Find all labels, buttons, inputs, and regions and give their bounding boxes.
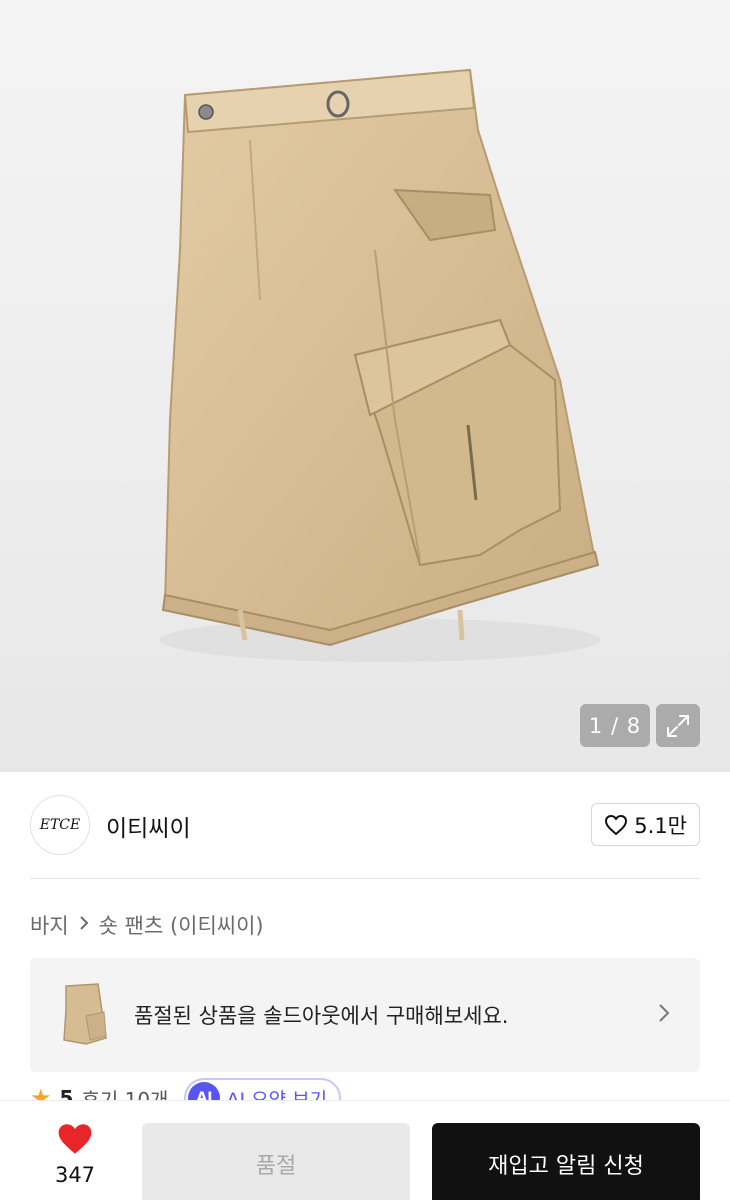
banner-product-thumbnail: [52, 976, 116, 1054]
chevron-right-icon: [79, 915, 89, 936]
soldout-marketplace-banner[interactable]: 품절된 상품을 솔드아웃에서 구매해보세요.: [30, 958, 700, 1072]
wishlist-button[interactable]: 347: [30, 1121, 120, 1187]
chevron-right-icon: [658, 1003, 670, 1027]
heart-outline-icon: [605, 814, 628, 835]
wishlist-count: 347: [54, 1163, 96, 1187]
product-image: [160, 68, 600, 662]
brand-like-button[interactable]: 5.1만: [591, 803, 700, 846]
brand-like-count: 5.1만: [634, 813, 687, 838]
expand-icon: [667, 714, 689, 737]
breadcrumb-subcategory[interactable]: 숏 팬츠 (이티씨이): [99, 910, 264, 940]
brand-logo[interactable]: ETCE: [30, 795, 90, 855]
image-counter: 1 / 8: [580, 704, 650, 747]
heart-filled-icon: [58, 1124, 92, 1154]
breadcrumb-category[interactable]: 바지: [30, 910, 69, 940]
soldout-button[interactable]: 품절: [142, 1123, 410, 1200]
banner-text: 품절된 상품을 솔드아웃에서 구매해보세요.: [134, 1004, 509, 1028]
brand-name[interactable]: 이티씨이: [106, 809, 191, 843]
bottom-action-bar: 347 품절 재입고 알림 신청: [0, 1100, 730, 1200]
expand-button[interactable]: [656, 704, 700, 747]
divider: [30, 878, 700, 879]
product-image-gallery[interactable]: 1 / 8: [0, 0, 730, 772]
brand-row: ETCE 이티씨이 5.1만: [30, 795, 700, 855]
restock-alert-button[interactable]: 재입고 알림 신청: [432, 1123, 700, 1200]
breadcrumb: 바지 숏 팬츠 (이티씨이): [30, 910, 264, 940]
